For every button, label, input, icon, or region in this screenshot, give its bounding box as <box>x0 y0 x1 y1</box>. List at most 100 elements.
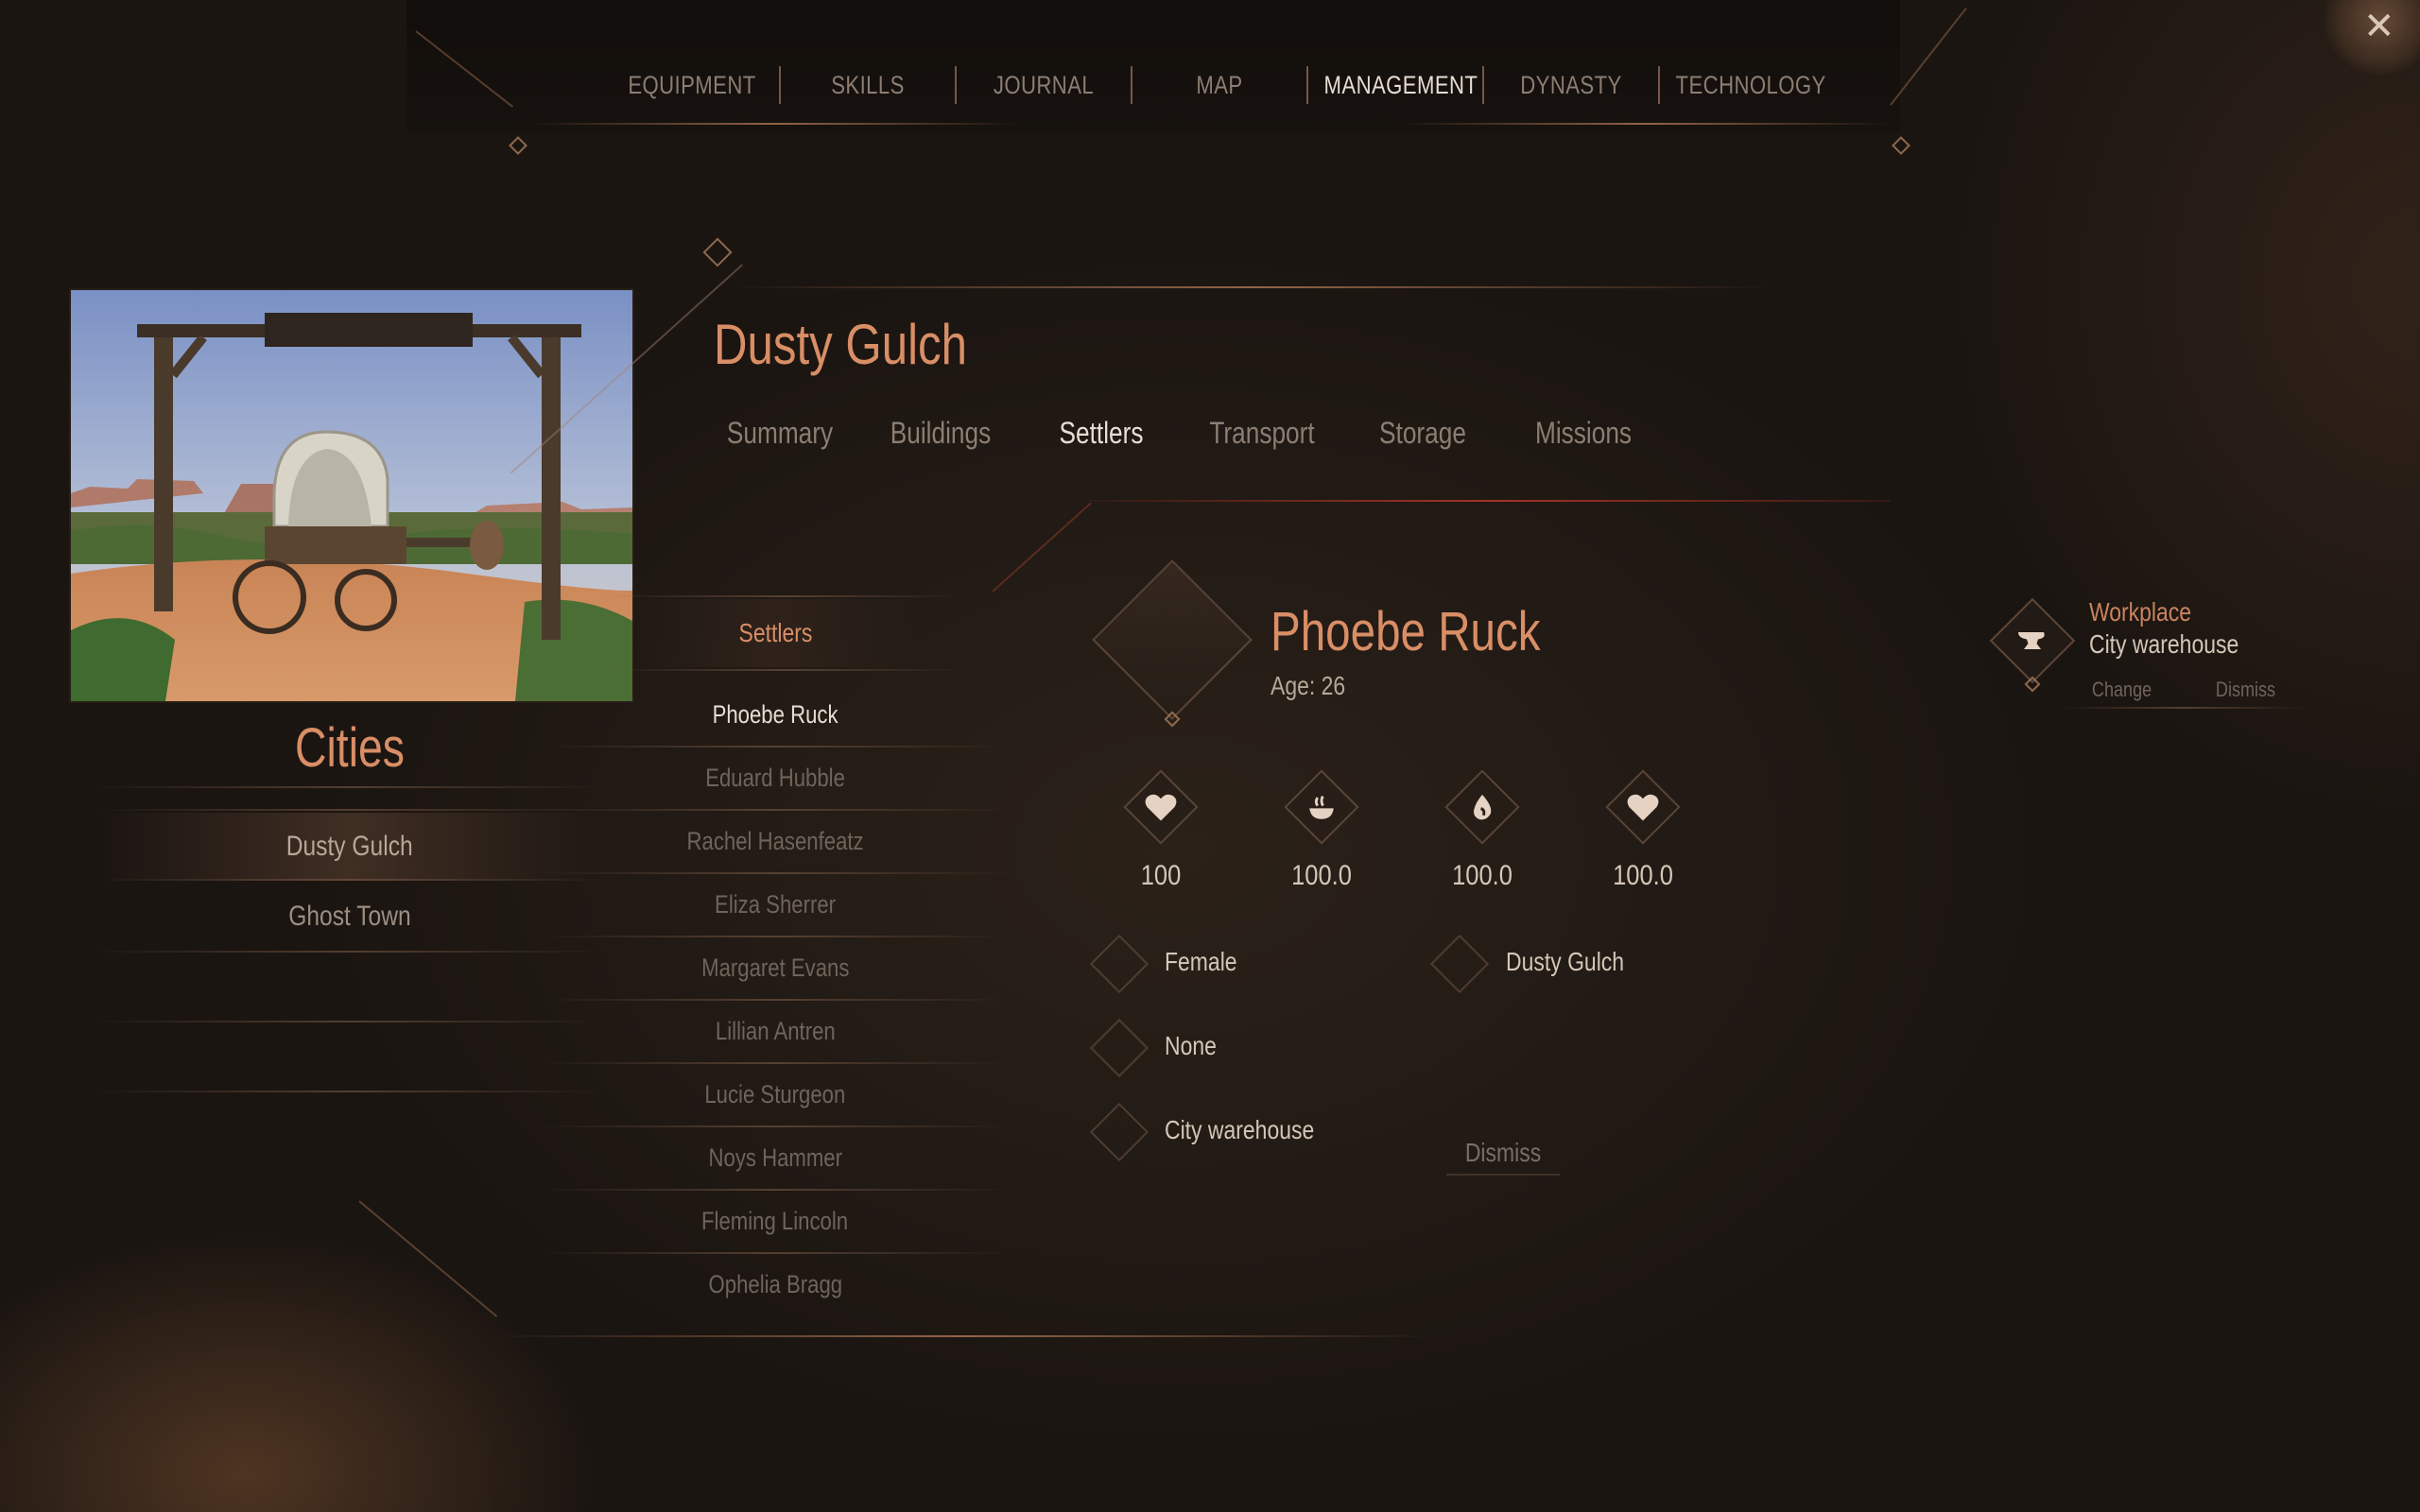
settler-name-label: Fleming Lincoln <box>701 1207 849 1235</box>
nav-underline-right <box>1399 123 1891 125</box>
stat-food <box>1284 769 1359 845</box>
city-item-label: Ghost Town <box>288 901 411 932</box>
nav-tab-equipment[interactable]: EQUIPMENT <box>621 71 764 100</box>
nav-separator <box>955 66 957 104</box>
settler-item[interactable]: Noys Hammer <box>539 1126 1011 1189</box>
city-sub-tabs: Summary Buildings Settlers Transport Sto… <box>700 416 1664 469</box>
divider <box>605 669 964 671</box>
change-workplace-button[interactable]: Change <box>2070 675 2174 705</box>
settler-name-label: Eliza Sherrer <box>715 890 836 919</box>
settler-name-label: Noys Hammer <box>708 1143 842 1172</box>
settler-item[interactable]: Fleming Lincoln <box>539 1190 1011 1252</box>
nav-separator <box>779 66 781 104</box>
change-label: Change <box>2092 678 2152 701</box>
settler-item[interactable]: Lucie Sturgeon <box>539 1063 1011 1125</box>
settler-item[interactable]: Margaret Evans <box>539 936 1011 999</box>
settler-detail-age: Age: 26 <box>1270 671 1346 700</box>
home-city-icon <box>1429 934 1490 994</box>
stat-value: 100.0 <box>1452 860 1512 891</box>
header-top-line <box>733 286 1772 288</box>
divider <box>605 595 964 597</box>
relation-icon <box>1089 1018 1150 1078</box>
city-item-ghost-town[interactable]: Ghost Town <box>104 883 596 951</box>
dismiss-settler-button[interactable]: Dismiss <box>1446 1132 1560 1176</box>
stat-health <box>1123 769 1199 845</box>
tab-missions[interactable]: Missions <box>1517 416 1649 469</box>
nav-tab-journal[interactable]: JOURNAL <box>973 71 1115 100</box>
settler-name-label: Lillian Antren <box>715 1017 836 1045</box>
tab-buildings[interactable]: Buildings <box>874 416 1006 469</box>
settler-detail-name: Phoebe Ruck <box>1270 601 1541 662</box>
divider <box>95 786 605 788</box>
settler-gender: Female <box>1165 947 1237 976</box>
settler-home-city: Dusty Gulch <box>1506 947 1625 976</box>
settler-work: City warehouse <box>1165 1115 1315 1144</box>
settler-name-label: Ophelia Bragg <box>708 1270 842 1298</box>
stat-happiness <box>1605 769 1681 845</box>
divider <box>95 879 605 881</box>
nav-tab-technology[interactable]: TECHNOLOGY <box>1676 71 1826 100</box>
close-button[interactable]: ✕ <box>2305 0 2420 85</box>
dismiss-label: Dismiss <box>1464 1138 1542 1167</box>
settler-portrait <box>1092 559 1253 720</box>
main-nav-tabs: EQUIPMENT SKILLS JOURNAL MAP MANAGEMENT … <box>605 55 1825 115</box>
stat-value: 100.0 <box>1291 860 1352 891</box>
city-item-dusty-gulch[interactable]: Dusty Gulch <box>104 813 596 881</box>
active-section-underline <box>1087 500 1891 502</box>
settler-name-label: Rachel Hasenfeatz <box>686 827 864 855</box>
food-icon <box>1295 781 1348 833</box>
nav-diamond-left <box>509 136 527 155</box>
nav-separator <box>1306 66 1308 104</box>
divider <box>95 809 605 811</box>
settler-item[interactable]: Eliza Sherrer <box>539 873 1011 936</box>
settler-relation: None <box>1165 1031 1217 1060</box>
water-drop-icon <box>1456 781 1509 833</box>
settler-name-label: Eduard Hubble <box>705 764 845 792</box>
settlers-list-header: Settlers <box>633 599 917 667</box>
close-icon: ✕ <box>2363 6 2395 47</box>
workplace-title: Workplace <box>2089 597 2192 627</box>
nav-underline-left <box>529 123 1021 125</box>
tab-summary[interactable]: Summary <box>714 416 845 469</box>
dismiss-workplace-button[interactable]: Dismiss <box>2193 675 2297 705</box>
nav-separator <box>1482 66 1484 104</box>
tab-transport[interactable]: Transport <box>1196 416 1327 469</box>
nav-tab-map[interactable]: MAP <box>1149 71 1291 100</box>
dismiss-label: Dismiss <box>2215 678 2275 701</box>
stat-water <box>1444 769 1520 845</box>
red-diagonal-accent <box>992 502 1092 593</box>
settler-item[interactable]: Lillian Antren <box>539 1000 1011 1062</box>
heart-icon <box>1616 781 1669 833</box>
bottom-frame-diagonal <box>358 1200 498 1317</box>
bottom-frame-line <box>492 1335 1437 1337</box>
settler-item[interactable]: Eduard Hubble <box>539 747 1011 809</box>
tab-settlers[interactable]: Settlers <box>1035 416 1167 469</box>
divider <box>95 951 605 953</box>
divider <box>2061 707 2307 709</box>
nav-separator <box>1131 66 1132 104</box>
nav-tab-dynasty[interactable]: DYNASTY <box>1500 71 1643 100</box>
anvil-icon <box>2010 618 2055 663</box>
header-diamond <box>702 237 733 267</box>
gender-icon <box>1089 934 1150 994</box>
work-icon <box>1089 1102 1150 1162</box>
stat-value: 100.0 <box>1613 860 1673 891</box>
nav-tab-skills[interactable]: SKILLS <box>797 71 940 100</box>
settlers-header-label: Settlers <box>738 618 812 647</box>
divider <box>95 1021 605 1022</box>
city-name-title: Dusty Gulch <box>714 313 967 376</box>
settler-name-label: Lucie Sturgeon <box>704 1080 846 1108</box>
city-image <box>69 288 634 703</box>
workplace-value: City warehouse <box>2089 629 2239 659</box>
management-screen: EQUIPMENT SKILLS JOURNAL MAP MANAGEMENT … <box>0 0 2420 1512</box>
divider <box>95 1091 605 1092</box>
tab-storage[interactable]: Storage <box>1357 416 1488 469</box>
settler-item[interactable]: Ophelia Bragg <box>539 1253 1011 1315</box>
settler-item[interactable]: Rachel Hasenfeatz <box>539 810 1011 872</box>
nav-tab-management[interactable]: MANAGEMENT <box>1324 71 1478 100</box>
nav-separator <box>1658 66 1660 104</box>
settler-name-label: Phoebe Ruck <box>712 700 838 729</box>
settler-name-label: Margaret Evans <box>700 954 850 982</box>
settler-item[interactable]: Phoebe Ruck <box>539 683 1011 746</box>
covered-wagon-gate-picture <box>71 290 632 701</box>
